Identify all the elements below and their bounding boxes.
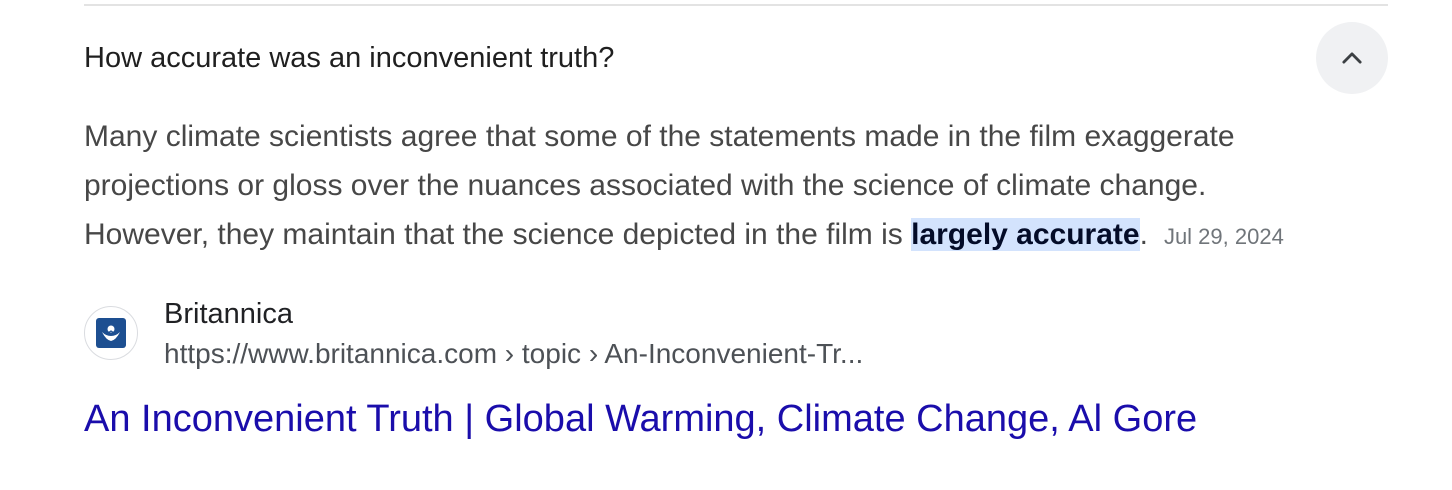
answer-line-3: However, they maintain that the science … (84, 210, 1414, 261)
source-favicon[interactable] (84, 306, 138, 360)
answer-date: Jul 29, 2024 (1163, 224, 1284, 249)
chevron-up-icon (1342, 52, 1362, 64)
source-url[interactable]: https://www.britannica.com › topic › An-… (164, 337, 863, 371)
result-title-link[interactable]: An Inconvenient Truth | Global Warming, … (84, 396, 1197, 442)
answer-period: . (1139, 218, 1148, 251)
highlighted-answer: largely accurate (911, 218, 1140, 251)
answer-line-3-text: However, they maintain that the science … (84, 218, 912, 251)
answer-line-1: Many climate scientists agree that some … (84, 120, 1235, 153)
question-text[interactable]: How accurate was an inconvenient truth? (84, 40, 614, 76)
britannica-logo-icon (96, 318, 126, 348)
top-divider (84, 4, 1388, 6)
source-name[interactable]: Britannica (164, 297, 293, 331)
answer-snippet: Many climate scientists agree that some … (84, 112, 1414, 261)
answer-line-2: projections or gloss over the nuances as… (84, 169, 1207, 202)
collapse-button[interactable] (1316, 22, 1388, 94)
